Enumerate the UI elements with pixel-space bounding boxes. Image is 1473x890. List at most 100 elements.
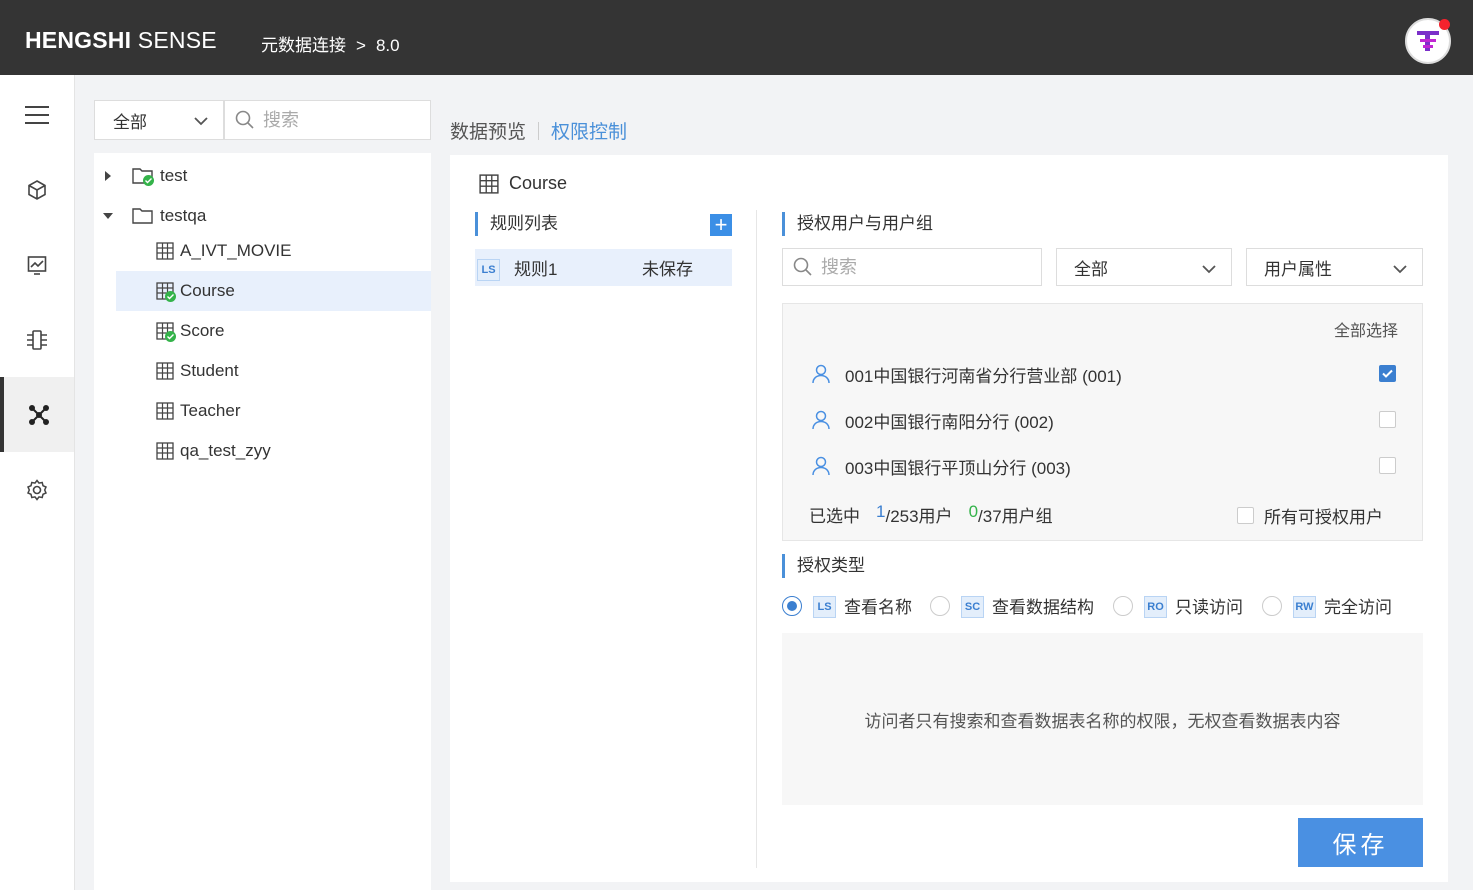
app-logo[interactable]: HENGSHI SENSE (25, 27, 217, 54)
nav-item-dataset[interactable] (0, 152, 74, 227)
selection-summary: 已选中 1/253用户 0/37用户组 (809, 502, 1053, 527)
auth-option-ro[interactable]: RO 只读访问 (1113, 593, 1243, 618)
tree-node-label: Score (180, 321, 225, 340)
nav-item-settings[interactable] (0, 452, 74, 527)
auth-description: 访问者只有搜索和查看数据表名称的权限，无权查看数据表内容 (782, 633, 1423, 805)
user-name: 002中国银行南阳分行 (002) (845, 412, 1054, 432)
folder-icon (132, 208, 153, 224)
tree-table-a-ivt-movie[interactable]: A_IVT_MOVIE (94, 231, 431, 271)
table-icon (156, 242, 174, 260)
caret-right-icon[interactable] (104, 171, 112, 181)
caret-down-icon[interactable] (103, 212, 113, 220)
save-button[interactable]: 保存 (1298, 818, 1423, 867)
user-search-box (782, 248, 1042, 286)
tree-node-label: testqa (160, 206, 207, 225)
cube-icon (28, 179, 46, 200)
user-scope-value: 全部 (1074, 259, 1108, 279)
rule-type-badge: LS (477, 258, 500, 281)
tree-table-score[interactable]: Score (94, 311, 431, 351)
user-scope-select[interactable]: 全部 (1056, 248, 1232, 286)
tree-search-input[interactable] (263, 109, 413, 131)
tree-table-qa-test-zyy[interactable]: qa_test_zyy (94, 431, 431, 471)
breadcrumb-current: 8.0 (375, 36, 400, 55)
table-tree: test testqa A_IVT_MOVIE Course Score Stu… (94, 153, 431, 890)
table-authorized-icon (156, 282, 176, 302)
radio-button[interactable] (1262, 595, 1282, 616)
nav-item-pipeline[interactable] (0, 302, 74, 377)
auth-type-options: LS 查看名称 SC 查看数据结构 RO 只读访问 RW 完全访问 (782, 593, 1392, 618)
auth-option-sc[interactable]: SC 查看数据结构 (930, 593, 1094, 618)
all-authorizable-label: 所有可授权用户 (1264, 508, 1383, 527)
user-row[interactable]: 002中国银行南阳分行 (002) (783, 400, 1424, 440)
tree-node-label: Course (180, 281, 235, 300)
tree-folder-test[interactable]: test (94, 156, 431, 196)
column-divider (756, 210, 757, 868)
data-connection-icon (29, 404, 49, 425)
rule-list-item[interactable]: LS 规则1 未保存 (475, 249, 732, 286)
tree-table-student[interactable]: Student (94, 351, 431, 391)
table-icon (479, 173, 499, 194)
radio-button[interactable] (930, 595, 950, 616)
auth-option-ls[interactable]: LS 查看名称 (782, 593, 912, 618)
chevron-down-icon (194, 117, 208, 126)
tree-search-box (224, 100, 431, 140)
user-icon (812, 410, 830, 430)
table-icon (156, 402, 174, 420)
all-authorizable-checkbox[interactable] (1237, 507, 1254, 524)
tree-folder-testqa[interactable]: testqa (94, 196, 431, 236)
rules-heading: 规则列表 (475, 212, 558, 236)
radio-button[interactable] (1113, 595, 1133, 616)
select-all-link[interactable]: 全部选择 (1334, 317, 1398, 341)
tree-node-label: A_IVT_MOVIE (180, 241, 292, 260)
menu-toggle-button[interactable] (0, 77, 74, 152)
nav-item-dashboard[interactable] (0, 227, 74, 302)
auth-option-label: 完全访问 (1324, 598, 1392, 617)
breadcrumb-parent[interactable]: 元数据连接 (261, 36, 346, 55)
all-authorizable-option[interactable]: 所有可授权用户 (1237, 503, 1383, 528)
auth-option-rw[interactable]: RW 完全访问 (1262, 593, 1392, 618)
user-row[interactable]: 003中国银行平顶山分行 (003) (783, 446, 1424, 486)
user-checkbox[interactable] (1379, 457, 1396, 474)
tree-table-course[interactable]: Course (116, 271, 431, 311)
add-rule-button[interactable]: + (710, 214, 732, 236)
chevron-down-icon (1202, 265, 1216, 274)
chart-icon (27, 255, 47, 275)
auth-description-text: 访问者只有搜索和查看数据表名称的权限，无权查看数据表内容 (864, 711, 1341, 731)
tab-data-preview[interactable]: 数据预览 (450, 117, 526, 144)
chevron-down-icon (1393, 265, 1407, 274)
breadcrumb-separator: > (356, 36, 366, 55)
plus-icon: + (714, 212, 728, 237)
user-checkbox[interactable] (1379, 365, 1396, 382)
user-name: 001中国银行河南省分行营业部 (001) (845, 366, 1122, 386)
user-attribute-select[interactable]: 用户属性 (1246, 248, 1423, 286)
user-row[interactable]: 001中国银行河南省分行营业部 (001) (783, 354, 1424, 394)
search-icon (793, 257, 812, 276)
tab-permission-control[interactable]: 权限控制 (551, 117, 627, 144)
groups-total: /37用户组 (978, 507, 1053, 526)
view-tabs: 数据预览 权限控制 (450, 117, 627, 144)
table-title: Course (479, 173, 567, 194)
user-search-input[interactable] (821, 256, 1021, 278)
selected-users-count: 1 (876, 502, 886, 521)
auth-option-label: 查看名称 (844, 598, 912, 617)
nav-item-data-connection[interactable] (0, 377, 74, 452)
user-icon (812, 364, 830, 384)
avatar-logo-icon (1417, 31, 1439, 51)
tree-filter-select[interactable]: 全部 (94, 100, 224, 140)
auth-type-heading: 授权类型 (782, 554, 865, 578)
users-total: /253用户 (885, 507, 953, 526)
tree-node-label: Student (180, 361, 239, 380)
radio-button[interactable] (782, 595, 802, 616)
tab-divider (538, 121, 540, 140)
menu-icon (25, 105, 49, 124)
user-checkbox[interactable] (1379, 411, 1396, 428)
selected-groups-count: 0 (968, 502, 979, 521)
user-name: 003中国银行平顶山分行 (003) (845, 458, 1071, 478)
selected-label: 已选中 (809, 507, 860, 526)
avatar[interactable] (1405, 18, 1451, 64)
tree-node-label: Teacher (180, 401, 241, 420)
tree-table-teacher[interactable]: Teacher (94, 391, 431, 431)
tree-filter-value: 全部 (113, 112, 147, 132)
table-authorized-icon (156, 322, 176, 342)
table-icon (156, 442, 174, 460)
